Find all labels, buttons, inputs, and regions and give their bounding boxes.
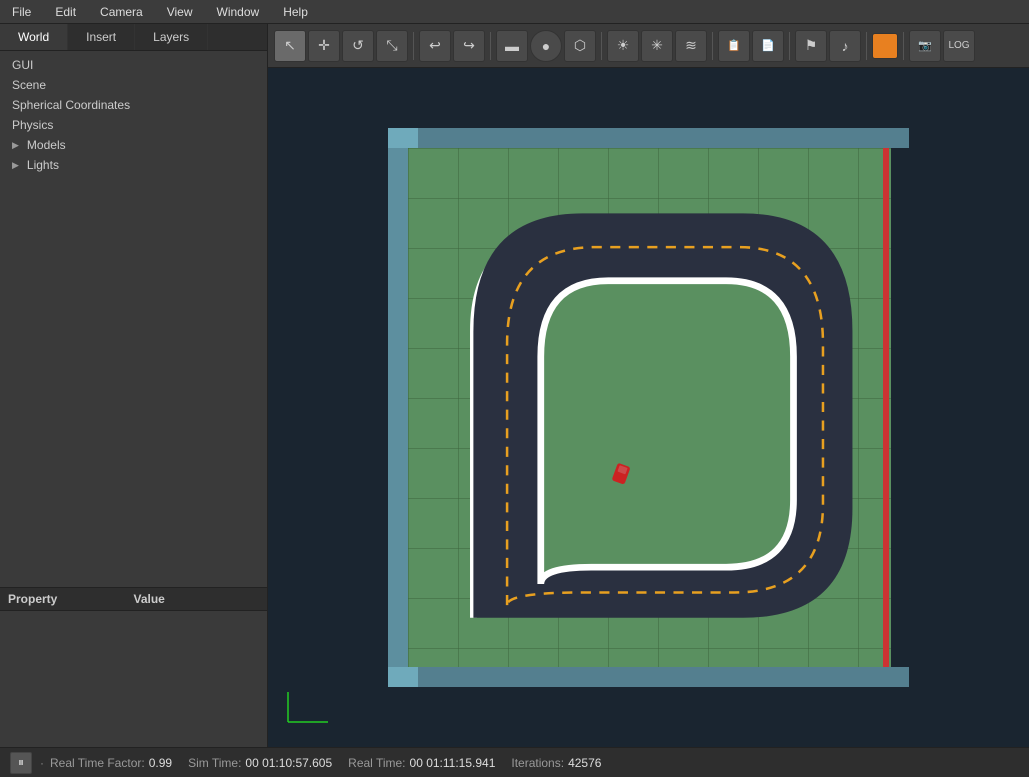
world-tree: GUI Scene Spherical Coordinates Physics … (0, 51, 267, 587)
copy-button[interactable]: 📋 (718, 30, 750, 62)
translate-tool-button[interactable]: ✛ (308, 30, 340, 62)
orange-indicator[interactable] (872, 33, 898, 59)
accent-top (388, 128, 909, 148)
tree-item-models[interactable]: Models (0, 135, 267, 155)
redo-button[interactable]: ↪ (453, 30, 485, 62)
sep6 (866, 32, 867, 60)
left-panel: World Insert Layers GUI Scene Spherical … (0, 24, 268, 747)
menu-help[interactable]: Help (275, 3, 316, 21)
log-button[interactable]: LOG (943, 30, 975, 62)
scale-tool-button[interactable]: ⤡ (376, 30, 408, 62)
property-header: Property Value (0, 588, 267, 611)
tab-bar: World Insert Layers (0, 24, 267, 51)
toolbar: ↖ ✛ ↺ ⤡ ↩ ↪ ▬ ● ⬡ ☀ ✳ ≋ 📋 📄 ⚑ ♪ 📷 LOG (268, 24, 1029, 68)
tree-item-models-label: Models (27, 138, 66, 152)
coordinate-axes (278, 687, 338, 727)
pause-icon: ⏸ (18, 755, 24, 770)
tree-item-scene[interactable]: Scene (0, 75, 267, 95)
property-panel: Property Value (0, 587, 267, 747)
sphere-shape-button[interactable]: ● (530, 30, 562, 62)
sep7 (903, 32, 904, 60)
cylinder-shape-button[interactable]: ⬡ (564, 30, 596, 62)
tree-item-scene-label: Scene (12, 78, 46, 92)
sep3 (601, 32, 602, 60)
wall-right (889, 68, 1029, 747)
sim-time-label: Sim Time: (188, 756, 241, 770)
audio-button[interactable]: ♪ (829, 30, 861, 62)
menu-camera[interactable]: Camera (92, 3, 151, 21)
tree-item-physics-label: Physics (12, 118, 53, 132)
tree-item-spherical[interactable]: Spherical Coordinates (0, 95, 267, 115)
iterations-value: 42576 (568, 756, 601, 770)
sep1 (413, 32, 414, 60)
menubar: File Edit Camera View Window Help (0, 0, 1029, 24)
sep2 (490, 32, 491, 60)
realtime-factor-value: 0.99 (149, 756, 172, 770)
undo-button[interactable]: ↩ (419, 30, 451, 62)
point-light-button[interactable]: ☀ (607, 30, 639, 62)
tree-item-spherical-label: Spherical Coordinates (12, 98, 130, 112)
select-tool-button[interactable]: ↖ (274, 30, 306, 62)
screenshot-button[interactable]: 📷 (909, 30, 941, 62)
menu-edit[interactable]: Edit (47, 3, 84, 21)
pause-button[interactable]: ⏸ (10, 752, 32, 774)
viewport[interactable]: ↖ ✛ ↺ ⤡ ↩ ↪ ▬ ● ⬡ ☀ ✳ ≋ 📋 📄 ⚑ ♪ 📷 LOG (268, 24, 1029, 747)
directional-light-button[interactable]: ≋ (675, 30, 707, 62)
tab-layers[interactable]: Layers (135, 24, 208, 50)
tree-item-physics[interactable]: Physics (0, 115, 267, 135)
scene-area (268, 68, 1029, 747)
value-col-label: Value (134, 592, 260, 606)
spot-light-button[interactable]: ✳ (641, 30, 673, 62)
sim-time-value: 00 01:10:57.605 (245, 756, 332, 770)
tab-world[interactable]: World (0, 24, 68, 50)
iterations-label: Iterations: (511, 756, 564, 770)
tree-item-lights[interactable]: Lights (0, 155, 267, 175)
wall-left (268, 68, 408, 747)
tree-item-gui[interactable]: GUI (0, 55, 267, 75)
sep4 (712, 32, 713, 60)
statusbar: ⏸ · Real Time Factor: 0.99 Sim Time: 00 … (0, 747, 1029, 777)
property-col-label: Property (8, 592, 134, 606)
real-time-value: 00 01:11:15.941 (410, 756, 496, 770)
rotate-tool-button[interactable]: ↺ (342, 30, 374, 62)
real-time-label: Real Time: (348, 756, 405, 770)
tree-item-lights-label: Lights (27, 158, 59, 172)
tab-insert[interactable]: Insert (68, 24, 135, 50)
box-shape-button[interactable]: ▬ (496, 30, 528, 62)
flag-button[interactable]: ⚑ (795, 30, 827, 62)
track-inner (541, 281, 794, 584)
menu-file[interactable]: File (4, 3, 39, 21)
realtime-dot: · (40, 756, 44, 770)
paste-button[interactable]: 📄 (752, 30, 784, 62)
main-layout: World Insert Layers GUI Scene Spherical … (0, 24, 1029, 747)
menu-view[interactable]: View (159, 3, 201, 21)
tree-item-gui-label: GUI (12, 58, 33, 72)
menu-window[interactable]: Window (209, 3, 268, 21)
accent-bottom (388, 667, 909, 687)
realtime-factor-label: Real Time Factor: (50, 756, 145, 770)
sep5 (789, 32, 790, 60)
race-track-svg (406, 146, 903, 660)
